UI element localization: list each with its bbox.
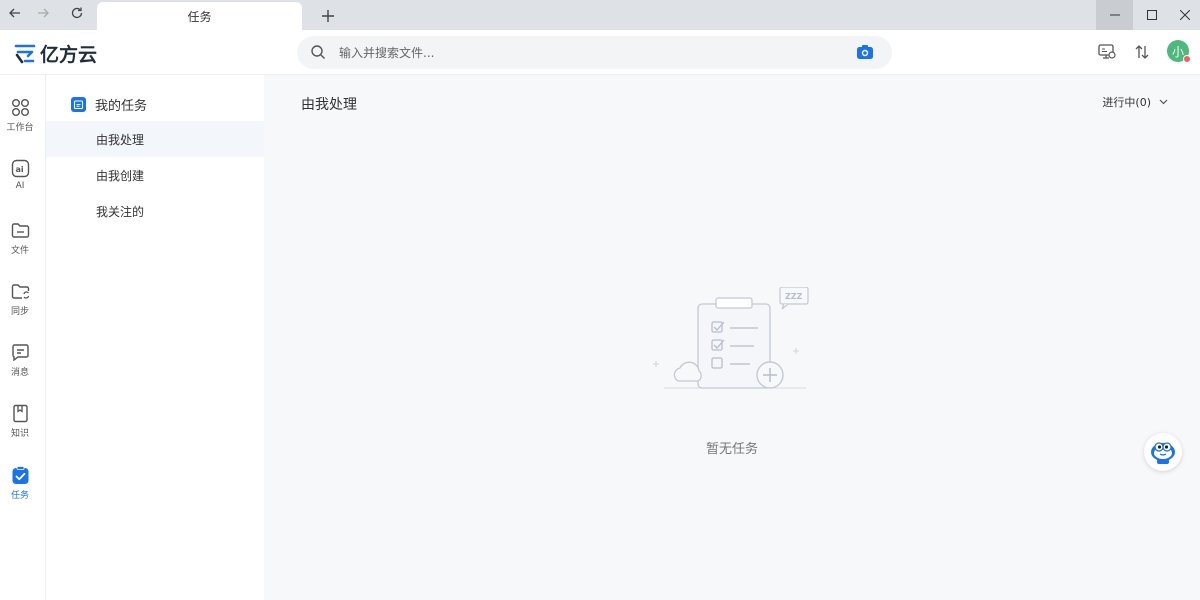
screen-share-icon	[1098, 44, 1116, 59]
rail-item-tasks[interactable]: 任务	[0, 465, 40, 509]
rail-item-files[interactable]: 文件	[0, 220, 40, 264]
rail-item-label: 任务	[10, 491, 29, 501]
assistant-mascot-button[interactable]	[1144, 433, 1182, 471]
close-icon	[1180, 10, 1190, 20]
back-button[interactable]	[0, 0, 30, 26]
search-bar[interactable]	[297, 36, 892, 69]
new-tab-button[interactable]	[316, 4, 340, 28]
page-title: 由我处理	[301, 97, 357, 113]
nav-rail: 工作台 ai AI 文件 同步 消息 知识 任务	[0, 75, 46, 600]
svg-text:ai: ai	[15, 165, 23, 174]
screen-share-button[interactable]	[1097, 42, 1117, 62]
forward-button[interactable]	[28, 0, 58, 26]
my-tasks-title: 我的任务	[95, 99, 148, 114]
empty-tasks-illustration: ZZZ	[653, 287, 809, 389]
transfer-icon	[1135, 45, 1149, 59]
rail-item-label: 文件	[10, 246, 29, 256]
minimize-icon	[1109, 14, 1120, 16]
search-input[interactable]	[339, 42, 839, 64]
task-sidebar: 我的任务 由我处理 由我创建 我关注的	[46, 75, 264, 600]
sub-item-assigned-to-me[interactable]: 由我处理	[46, 121, 264, 157]
sub-item-label: 我关注的	[96, 204, 145, 219]
sub-item-label: 由我处理	[96, 132, 145, 147]
grid-icon	[10, 97, 30, 117]
tab-label: 任务	[187, 9, 212, 24]
sub-item-created-by-me[interactable]: 由我创建	[46, 157, 264, 193]
rail-item-knowledge[interactable]: 知识	[0, 403, 40, 447]
tab-tasks[interactable]: 任务	[97, 2, 302, 30]
sub-item-followed[interactable]: 我关注的	[46, 193, 264, 229]
logo-text: 亿方云	[40, 43, 98, 66]
camera-icon[interactable]	[856, 44, 874, 60]
book-icon	[10, 403, 30, 423]
app-header: 亿方云 小	[0, 30, 1200, 75]
main-panel: 由我处理 进行中(0) ZZZ 暂无任务	[264, 75, 1200, 600]
search-icon	[311, 45, 325, 59]
status-filter-dropdown[interactable]: 进行中(0)	[1102, 94, 1168, 110]
rail-item-workbench[interactable]: 工作台	[0, 97, 40, 141]
folder-icon	[10, 220, 30, 240]
rail-item-label: 工作台	[6, 123, 34, 133]
rail-item-label: 消息	[10, 368, 29, 378]
maximize-button[interactable]	[1133, 0, 1170, 30]
minimize-button[interactable]	[1096, 0, 1133, 30]
sub-item-label: 由我创建	[96, 168, 145, 183]
sync-folder-icon	[10, 281, 30, 301]
chevron-down-icon	[1159, 99, 1168, 105]
refresh-icon	[71, 7, 83, 19]
ai-icon: ai	[10, 158, 30, 178]
arrow-right-icon	[38, 8, 49, 18]
transfer-button[interactable]	[1132, 42, 1152, 62]
logo[interactable]: 亿方云	[13, 40, 97, 66]
zzz-text: ZZZ	[785, 292, 803, 301]
rail-item-label: AI	[15, 181, 25, 191]
empty-state-text: 暂无任务	[705, 442, 758, 457]
rail-item-messages[interactable]: 消息	[0, 342, 40, 386]
rail-item-ai[interactable]: ai AI	[0, 158, 40, 202]
close-button[interactable]	[1170, 0, 1200, 30]
rail-item-label: 同步	[10, 307, 29, 317]
rail-item-sync[interactable]: 同步	[0, 281, 40, 325]
mascot-icon	[1151, 442, 1175, 464]
task-list-icon	[71, 97, 86, 112]
maximize-icon	[1146, 10, 1157, 20]
task-check-icon	[10, 465, 30, 485]
status-dot	[1183, 55, 1191, 63]
avatar[interactable]: 小	[1167, 40, 1191, 63]
cloud-logo-icon	[14, 44, 36, 64]
plus-icon	[322, 10, 334, 22]
refresh-button[interactable]	[62, 0, 92, 26]
message-icon	[10, 342, 30, 362]
arrow-left-icon	[9, 8, 20, 18]
title-bar: 任务	[0, 0, 1200, 30]
rail-item-label: 知识	[10, 429, 29, 439]
my-tasks-header[interactable]: 我的任务	[71, 95, 147, 114]
filter-label: 进行中(0)	[1102, 96, 1151, 109]
